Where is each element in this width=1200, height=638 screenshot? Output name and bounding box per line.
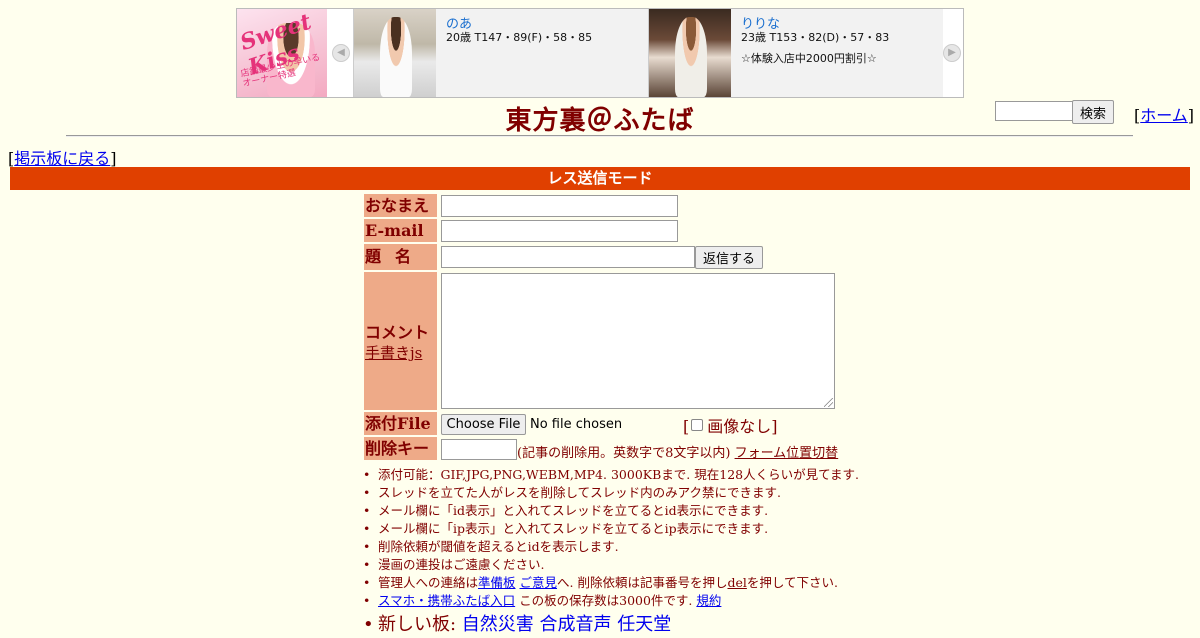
search-input[interactable] [995,101,1075,121]
submit-reply-button[interactable]: 返信する [695,246,763,269]
no-image-label[interactable]: 画像なし [707,417,771,436]
bracket-open: [ [683,417,690,436]
list-item: 管理人への連絡は準備板 ご意見へ. 削除依頼は記事番号を押しdelを押して下さい… [363,574,963,592]
name-label: おなまえ [364,194,437,217]
list-item: メール欄に「ip表示」と入れてスレッドを立てるとip表示にできます. [363,520,963,538]
mobile-entrance-link[interactable]: スマホ・携帯ふたば入口 [378,593,515,608]
ad-card-note: ☆体験入店中2000円割引☆ [741,52,877,65]
no-image-option: [ 画像なし] [683,413,778,437]
delete-key-field[interactable] [441,439,517,460]
list-item: メール欄に「id表示」と入れてスレッドを立てるとid表示にできます. [363,502,963,520]
comment-label-cell: コメント 手書きjs [364,272,437,410]
terms-link[interactable]: 規約 [696,593,721,608]
comment-label: コメント [365,323,430,342]
resize-grip-icon[interactable] [824,398,833,407]
rule-text: を押して下さい. [746,575,838,590]
comment-textarea[interactable] [441,273,835,409]
ad-card-stats: 20歳 T147・89(F)・58・85 [446,31,593,44]
back-link-wrapper: [掲示板に戻る] [8,145,117,169]
subject-label: 題名 [364,244,437,270]
list-item: 漫画の連投はご遠慮ください. [363,556,963,574]
reply-mode-banner: レス送信モード [10,167,1190,190]
chevron-left-icon[interactable]: ◀ [332,44,350,62]
ad-card-photo[interactable] [354,9,436,97]
del-link[interactable]: del [727,575,746,590]
ad-banner[interactable]: Sweet Kiss 店舗最少上の早いるオーナー特選 ◀ のあ 20歳 T147… [236,8,964,98]
delete-key-label: 削除キー [364,437,437,460]
ad-person-figure [380,17,412,97]
choose-file-button[interactable]: Choose File [441,414,526,435]
board-rules-list: 添付可能：GIF,JPG,PNG,WEBM,MP4. 3000KBまで. 現在1… [363,466,963,638]
ad-logo-image[interactable]: Sweet Kiss 店舗最少上の早いるオーナー特選 [237,9,327,97]
delete-key-hint: (記事の削除用。英数字で8文字以内) [517,446,731,461]
bracket-close: ] [1187,106,1195,125]
email-field[interactable] [441,220,678,242]
list-item: 新しい板: 自然災害 合成音声 任天堂 [363,612,963,638]
ad-card-photo[interactable] [649,9,731,97]
list-item: スマホ・携帯ふたば入口 この板の保存数は3000件です. 規約 [363,592,963,610]
ad-card[interactable]: のあ 20歳 T147・89(F)・58・85 [353,9,648,97]
chevron-right-icon[interactable]: ▶ [943,44,961,62]
handwriting-js-link[interactable]: 手書きjs [365,344,422,362]
rule-text: へ. 削除依頼は記事番号を押し [557,575,728,590]
home-link-wrapper: [ホーム] [1134,102,1194,126]
prep-board-link[interactable]: 準備板 [478,575,516,590]
email-label: E-mail [364,219,437,242]
home-link[interactable]: ホーム [1140,106,1188,125]
header-divider [66,135,1133,137]
ad-card-stats: 23歳 T153・82(D)・57・83 [741,31,890,44]
ad-card[interactable]: りりな 23歳 T153・82(D)・57・83 ☆体験入店中2000円割引☆ [648,9,943,97]
back-to-board-link[interactable]: 掲示板に戻る [14,149,110,168]
board-link-natural-disaster[interactable]: 自然災害 [462,614,534,635]
subject-field[interactable] [441,246,695,268]
list-item: 削除依頼が閾値を超えるとidを表示します. [363,538,963,556]
name-field[interactable] [441,195,678,217]
feedback-link[interactable]: ご意見 [520,575,558,590]
search-button[interactable]: 検索 [1072,100,1114,124]
ad-person-figure [675,17,707,97]
file-label: 添付File [364,412,437,435]
list-item: 添付可能：GIF,JPG,PNG,WEBM,MP4. 3000KBまで. 現在1… [363,466,963,484]
board-link-nintendo[interactable]: 任天堂 [617,614,671,635]
bracket-close: ] [771,417,778,436]
rule-text: 新しい板: [378,614,462,635]
rule-text: この板の保存数は3000件です. [515,593,697,608]
form-position-toggle-link[interactable]: フォーム位置切替 [735,446,839,461]
list-item: スレッドを立てた人がレスを削除してスレッド内のみアク禁にできます. [363,484,963,502]
file-status-text: No file chosen [530,417,623,432]
no-image-checkbox[interactable] [691,419,704,431]
board-link-synth-voice[interactable]: 合成音声 [540,614,612,635]
bracket-close: ] [110,149,117,168]
rule-text: 管理人への連絡は [378,575,479,590]
delete-key-note: (記事の削除用。英数字で8文字以内) フォーム位置切替 [517,442,838,461]
